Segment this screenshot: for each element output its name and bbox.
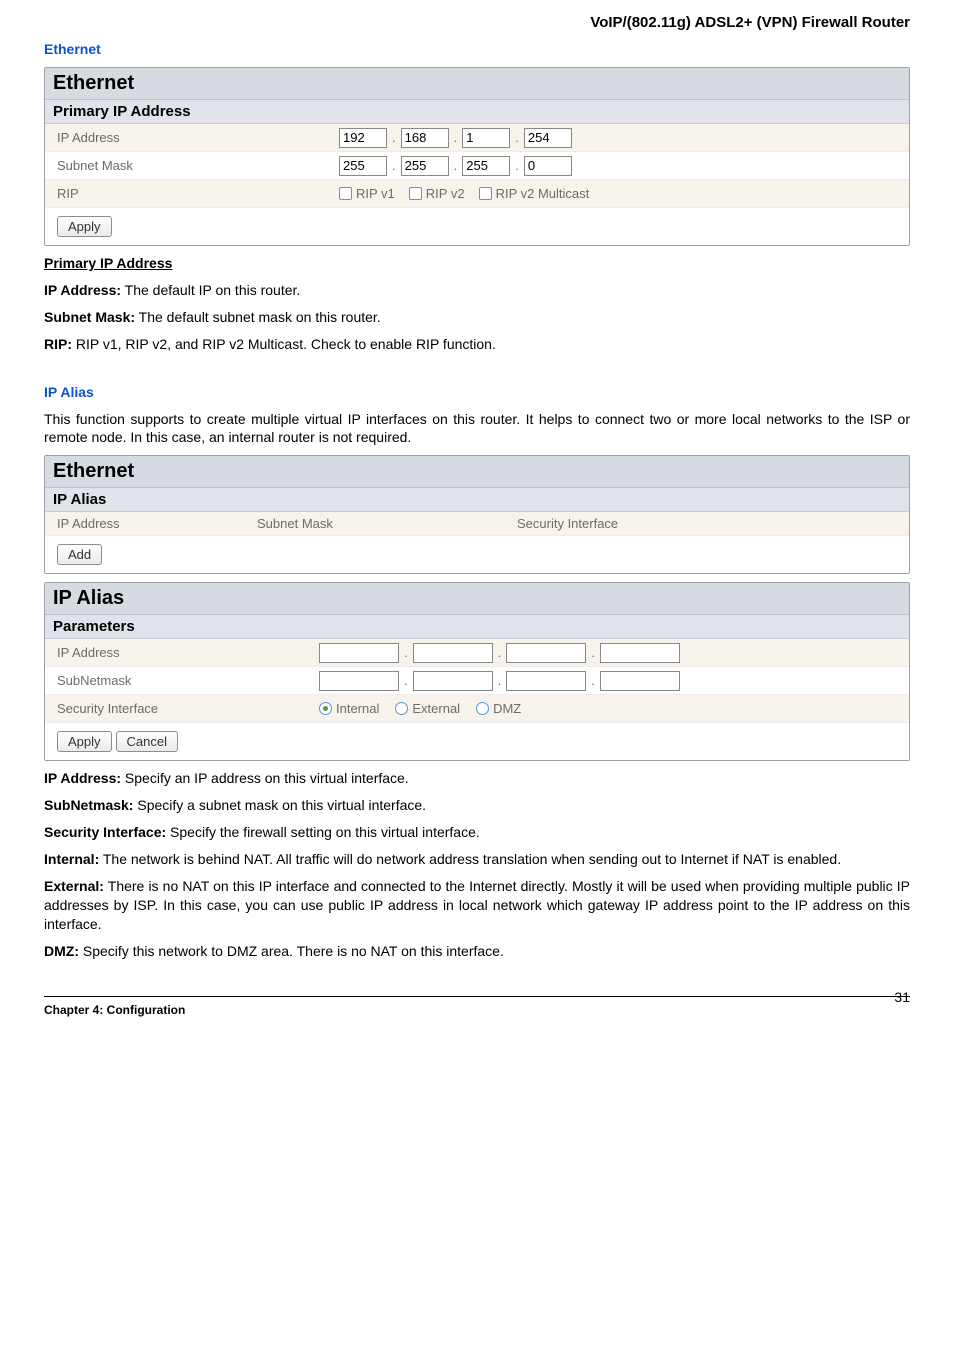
apply-button[interactable]: Apply xyxy=(57,731,112,752)
checkbox-rip-v2-multicast[interactable]: RIP v2 Multicast xyxy=(479,186,590,201)
section-heading-ip-alias: IP Alias xyxy=(44,384,910,400)
mask-octet-1[interactable] xyxy=(339,156,387,176)
dot-separator: . xyxy=(515,130,519,145)
ip-octet-4[interactable] xyxy=(524,128,572,148)
add-button[interactable]: Add xyxy=(57,544,102,565)
label-rip: RIP xyxy=(45,182,335,205)
panel-subtitle-ip-alias: IP Alias xyxy=(45,488,909,512)
row-alias-subnetmask: SubNetmask . . . xyxy=(45,667,909,695)
dot-separator: . xyxy=(454,130,458,145)
checkbox-icon xyxy=(339,187,352,200)
page-footer: Chapter 4: Configuration 31 xyxy=(44,996,910,1029)
ip-alias-intro: This function supports to create multipl… xyxy=(44,410,910,448)
panel-title-ip-alias: IP Alias xyxy=(45,583,909,615)
checkbox-rip-v1[interactable]: RIP v1 xyxy=(339,186,395,201)
checkbox-label: RIP v2 Multicast xyxy=(496,186,590,201)
desc-alias-security: Security Interface: Specify the firewall… xyxy=(44,823,910,842)
mask-octet-4[interactable] xyxy=(524,156,572,176)
alias-table-header: IP Address Subnet Mask Security Interfac… xyxy=(45,512,909,536)
alias-ip-octet-1[interactable] xyxy=(319,643,399,663)
dot-separator: . xyxy=(591,673,595,688)
col-subnet-mask: Subnet Mask xyxy=(245,512,505,535)
dot-separator: . xyxy=(515,158,519,173)
dot-separator: . xyxy=(498,645,502,660)
dot-separator: . xyxy=(591,645,595,660)
apply-button[interactable]: Apply xyxy=(57,216,112,237)
alias-mask-octet-4[interactable] xyxy=(600,671,680,691)
footer-page-number: 31 xyxy=(894,989,910,1005)
section-heading-ethernet: Ethernet xyxy=(44,41,910,57)
label-security-interface: Security Interface xyxy=(45,697,315,720)
ethernet-primary-panel: Ethernet Primary IP Address IP Address .… xyxy=(44,67,910,246)
desc-alias-subnetmask: SubNetmask: Specify a subnet mask on thi… xyxy=(44,796,910,815)
label-ip-address: IP Address xyxy=(45,126,335,149)
row-subnet-mask: Subnet Mask . . . xyxy=(45,152,909,180)
dot-separator: . xyxy=(392,158,396,173)
footer-chapter: Chapter 4: Configuration xyxy=(44,1003,185,1017)
checkbox-icon xyxy=(409,187,422,200)
dot-separator: . xyxy=(404,645,408,660)
mask-octet-2[interactable] xyxy=(401,156,449,176)
alias-ip-octet-2[interactable] xyxy=(413,643,493,663)
row-rip: RIP RIP v1 RIP v2 RIP v2 Multicast xyxy=(45,180,909,208)
checkbox-label: RIP v1 xyxy=(356,186,395,201)
alias-mask-octet-3[interactable] xyxy=(506,671,586,691)
dot-separator: . xyxy=(404,673,408,688)
ip-octet-2[interactable] xyxy=(401,128,449,148)
desc-external: External: There is no NAT on this IP int… xyxy=(44,877,910,934)
radio-icon xyxy=(395,702,408,715)
checkbox-label: RIP v2 xyxy=(426,186,465,201)
alias-mask-octet-1[interactable] xyxy=(319,671,399,691)
row-security-interface: Security Interface Internal External DMZ xyxy=(45,695,909,723)
desc-ip-address: IP Address: The default IP on this route… xyxy=(44,281,910,300)
panel-title-ethernet: Ethernet xyxy=(45,68,909,100)
heading-primary-ip-address: Primary IP Address xyxy=(44,254,910,273)
dot-separator: . xyxy=(498,673,502,688)
label-subnet-mask: Subnet Mask xyxy=(45,154,335,177)
checkbox-icon xyxy=(479,187,492,200)
row-ip-address: IP Address . . . xyxy=(45,124,909,152)
dot-separator: . xyxy=(454,158,458,173)
panel-subtitle-parameters: Parameters xyxy=(45,615,909,639)
ip-octet-1[interactable] xyxy=(339,128,387,148)
ip-octet-3[interactable] xyxy=(462,128,510,148)
alias-ip-octet-4[interactable] xyxy=(600,643,680,663)
radio-label: DMZ xyxy=(493,701,521,716)
radio-icon xyxy=(476,702,489,715)
mask-octet-3[interactable] xyxy=(462,156,510,176)
row-alias-ip: IP Address . . . xyxy=(45,639,909,667)
checkbox-rip-v2[interactable]: RIP v2 xyxy=(409,186,465,201)
desc-subnet-mask: Subnet Mask: The default subnet mask on … xyxy=(44,308,910,327)
label-alias-subnetmask: SubNetmask xyxy=(45,669,315,692)
desc-internal: Internal: The network is behind NAT. All… xyxy=(44,850,910,869)
desc-dmz: DMZ: Specify this network to DMZ area. T… xyxy=(44,942,910,961)
alias-mask-octet-2[interactable] xyxy=(413,671,493,691)
radio-label: Internal xyxy=(336,701,379,716)
desc-alias-ip: IP Address: Specify an IP address on thi… xyxy=(44,769,910,788)
cancel-button[interactable]: Cancel xyxy=(116,731,178,752)
col-security-interface: Security Interface xyxy=(505,512,909,535)
ip-alias-list-panel: Ethernet IP Alias IP Address Subnet Mask… xyxy=(44,455,910,574)
ip-alias-form-panel: IP Alias Parameters IP Address . . . Sub… xyxy=(44,582,910,761)
panel-subtitle-primary-ip: Primary IP Address xyxy=(45,100,909,124)
radio-dmz[interactable]: DMZ xyxy=(476,701,521,716)
alias-ip-octet-3[interactable] xyxy=(506,643,586,663)
radio-label: External xyxy=(412,701,460,716)
col-ip-address: IP Address xyxy=(45,512,245,535)
page-header: VoIP/(802.11g) ADSL2+ (VPN) Firewall Rou… xyxy=(44,0,910,37)
panel-title-ethernet-2: Ethernet xyxy=(45,456,909,488)
dot-separator: . xyxy=(392,130,396,145)
desc-rip: RIP: RIP v1, RIP v2, and RIP v2 Multicas… xyxy=(44,335,910,354)
radio-icon xyxy=(319,702,332,715)
label-alias-ip: IP Address xyxy=(45,641,315,664)
radio-external[interactable]: External xyxy=(395,701,460,716)
radio-internal[interactable]: Internal xyxy=(319,701,379,716)
